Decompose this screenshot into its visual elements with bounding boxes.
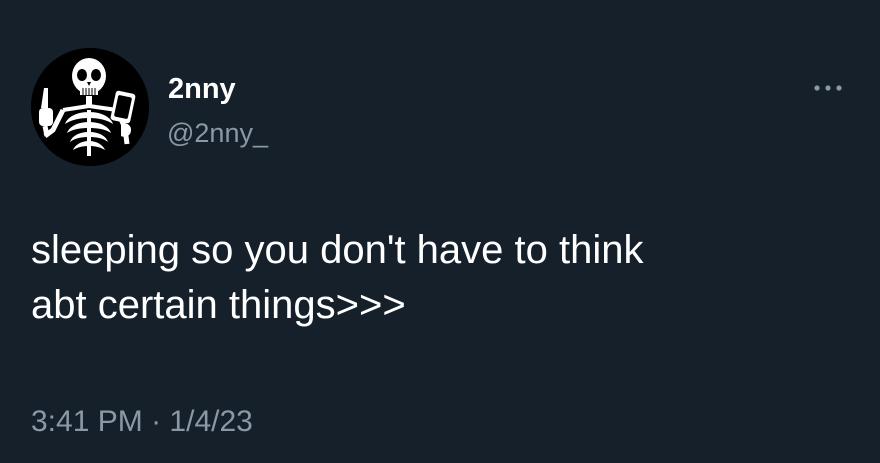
meta-separator: · [151, 405, 162, 438]
tweet-text: sleeping so you don't have to think abt … [31, 223, 831, 333]
tweet-time[interactable]: 3:41 PM [31, 405, 143, 438]
tweet-timestamp[interactable]: 3:41 PM · 1/4/23 [31, 404, 253, 440]
tweet-text-line-1: sleeping so you don't have to think [31, 228, 644, 272]
more-horizontal-icon [814, 85, 842, 91]
tweet-card: 2nny @2nny_ sleeping so you don't have t… [0, 0, 880, 463]
tweet-text-line-2: abt certain things>>> [31, 283, 406, 327]
tweet-date[interactable]: 1/4/23 [169, 405, 252, 438]
avatar[interactable] [31, 48, 149, 166]
skeleton-icon [31, 48, 149, 166]
username-handle[interactable]: @2nny_ [167, 117, 268, 149]
display-name[interactable]: 2nny [168, 72, 236, 106]
more-options-button[interactable] [808, 74, 848, 102]
